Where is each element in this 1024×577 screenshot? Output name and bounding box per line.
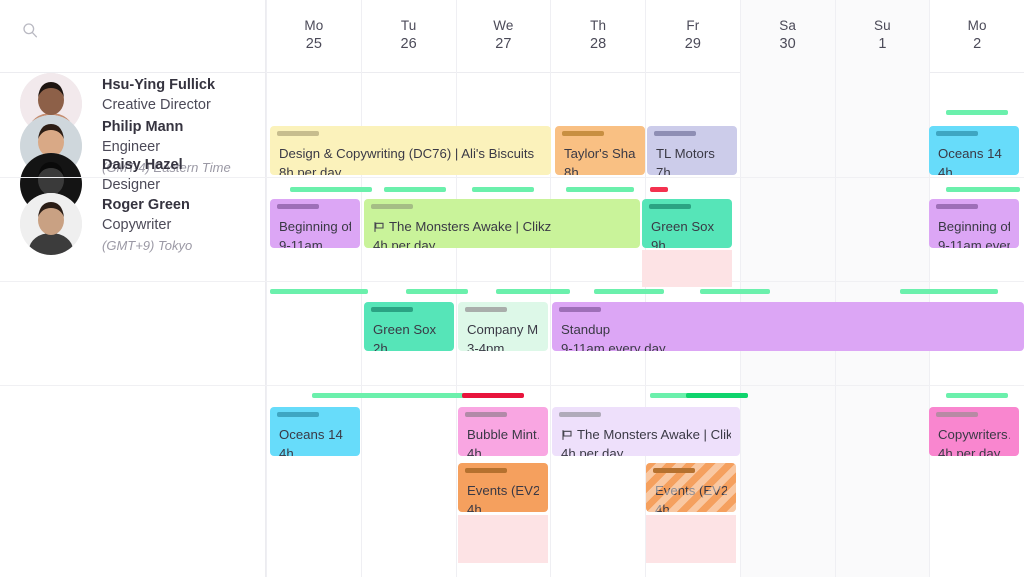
event-title: Beginning of…	[938, 219, 1010, 234]
event-title: Oceans 14	[938, 146, 1002, 161]
event-progress-bar	[277, 131, 319, 136]
overbooked-indicator	[458, 515, 548, 563]
availability-bar[interactable]	[312, 393, 374, 398]
event-duration: 4h	[938, 165, 953, 175]
event-duration: 8h	[564, 165, 579, 175]
event-progress-bar	[559, 412, 601, 417]
event-progress-bar	[562, 131, 604, 136]
event-duration: 9-11am every day	[561, 341, 666, 351]
event-progress-bar	[936, 204, 978, 209]
availability-bar[interactable]	[290, 187, 372, 192]
event-progress-bar	[371, 204, 413, 209]
event-chip[interactable]: Green Sox 2h	[364, 302, 454, 351]
event-title: Company M…	[467, 322, 539, 337]
flag-icon	[373, 221, 385, 233]
event-duration: 7h	[656, 165, 671, 175]
event-duration: 4h	[467, 502, 482, 512]
event-title: Oceans 14	[279, 427, 343, 442]
event-title: Green Sox	[373, 322, 437, 337]
availability-bar[interactable]	[594, 289, 664, 294]
event-duration: 4h	[467, 446, 482, 456]
event-title: The Monsters Awake | Clikz	[373, 217, 631, 236]
event-chip[interactable]: Standup 9-11am every day	[552, 302, 1024, 351]
event-progress-bar	[653, 468, 695, 473]
availability-bar[interactable]	[496, 289, 570, 294]
event-chip[interactable]: The Monsters Awake | Clikz 4h per day	[552, 407, 740, 456]
event-title: Taylor's Sha…	[564, 146, 636, 161]
event-progress-bar	[465, 307, 507, 312]
event-chip[interactable]: Events (EV23) 4h	[646, 463, 736, 512]
availability-bar[interactable]	[946, 110, 1008, 115]
event-duration: 9-11am	[279, 238, 323, 248]
event-duration: 4h per day	[561, 446, 624, 456]
event-duration: 4h per day	[373, 238, 436, 248]
overbooked-indicator	[646, 515, 736, 563]
row-divider	[0, 177, 1024, 178]
event-chip[interactable]: Oceans 14 4h	[270, 407, 360, 456]
availability-bar[interactable]	[686, 393, 748, 398]
event-title: TL Motors	[656, 146, 715, 161]
availability-bar[interactable]	[566, 187, 634, 192]
event-chip[interactable]: Green Sox 9h	[642, 199, 732, 248]
availability-bar[interactable]	[650, 187, 668, 192]
event-progress-bar	[465, 412, 507, 417]
event-duration: 3-4pm	[467, 341, 505, 351]
event-title-text: The Monsters Awake | Clikz	[577, 427, 731, 442]
availability-bar[interactable]	[700, 289, 770, 294]
availability-bar[interactable]	[900, 289, 998, 294]
event-chip[interactable]: Bubble Mint… 4h	[458, 407, 548, 456]
event-duration: 2h	[373, 341, 388, 351]
event-title: Events (EV23)	[655, 483, 727, 498]
event-title: Beginning of…	[279, 219, 351, 234]
event-duration: 8h per day	[279, 165, 342, 175]
availability-bar[interactable]	[270, 289, 368, 294]
event-progress-bar	[465, 468, 507, 473]
event-title: Bubble Mint…	[467, 427, 539, 442]
event-chip[interactable]: Company M… 3-4pm	[458, 302, 548, 351]
event-chip[interactable]: Design & Copywriting (DC76) | Ali's Bisc…	[270, 126, 551, 175]
availability-bar[interactable]	[462, 393, 524, 398]
event-progress-bar	[936, 131, 978, 136]
event-title: Copywriters…	[938, 427, 1010, 442]
event-duration: 4h	[655, 502, 670, 512]
event-progress-bar	[371, 307, 413, 312]
event-chip[interactable]: Oceans 14 4h	[929, 126, 1019, 175]
event-progress-bar	[649, 204, 691, 209]
event-duration: 4h	[279, 446, 294, 456]
event-title: Standup	[561, 322, 611, 337]
event-progress-bar	[277, 412, 319, 417]
event-duration: 4h per day	[938, 446, 1001, 456]
event-title: Green Sox	[651, 219, 715, 234]
event-title-text: The Monsters Awake | Clikz	[389, 219, 552, 234]
event-progress-bar	[559, 307, 601, 312]
event-chip[interactable]: TL Motors 7h	[647, 126, 737, 175]
event-chip[interactable]: Beginning of… 9-11am	[270, 199, 360, 248]
event-duration: 9-11am ever…	[938, 238, 1010, 248]
resource-scheduler: Mo 25 Tu 26 We 27 Th 28 Fr 29 Sa 30 Su 1 Mo 2 Hsu-Ying …	[0, 0, 1024, 577]
event-chip[interactable]: Taylor's Sha… 8h	[555, 126, 645, 175]
availability-bar[interactable]	[368, 393, 466, 398]
event-chip[interactable]: The Monsters Awake | Clikz 4h per day	[364, 199, 640, 248]
availability-bar[interactable]	[946, 393, 1008, 398]
event-chip[interactable]: Events (EV23) 4h	[458, 463, 548, 512]
event-chip[interactable]: Beginning of… 9-11am ever…	[929, 199, 1019, 248]
event-chip[interactable]: Copywriters… 4h per day	[929, 407, 1019, 456]
event-duration: 9h	[651, 238, 666, 248]
overbooked-indicator	[642, 281, 732, 287]
schedule-overlay: Design & Copywriting (DC76) | Ali's Bisc…	[0, 0, 1024, 577]
availability-bar[interactable]	[406, 289, 468, 294]
flag-icon	[561, 429, 573, 441]
row-divider	[0, 281, 1024, 282]
availability-bar[interactable]	[384, 187, 446, 192]
event-progress-bar	[277, 204, 319, 209]
event-title: The Monsters Awake | Clikz	[561, 425, 731, 444]
availability-bar[interactable]	[946, 187, 1020, 192]
event-title: Design & Copywriting (DC76) | Ali's Bisc…	[279, 146, 535, 161]
event-progress-bar	[654, 131, 696, 136]
availability-bar[interactable]	[472, 187, 534, 192]
event-title: Events (EV23)	[467, 483, 539, 498]
event-progress-bar	[936, 412, 978, 417]
row-divider	[0, 385, 1024, 386]
